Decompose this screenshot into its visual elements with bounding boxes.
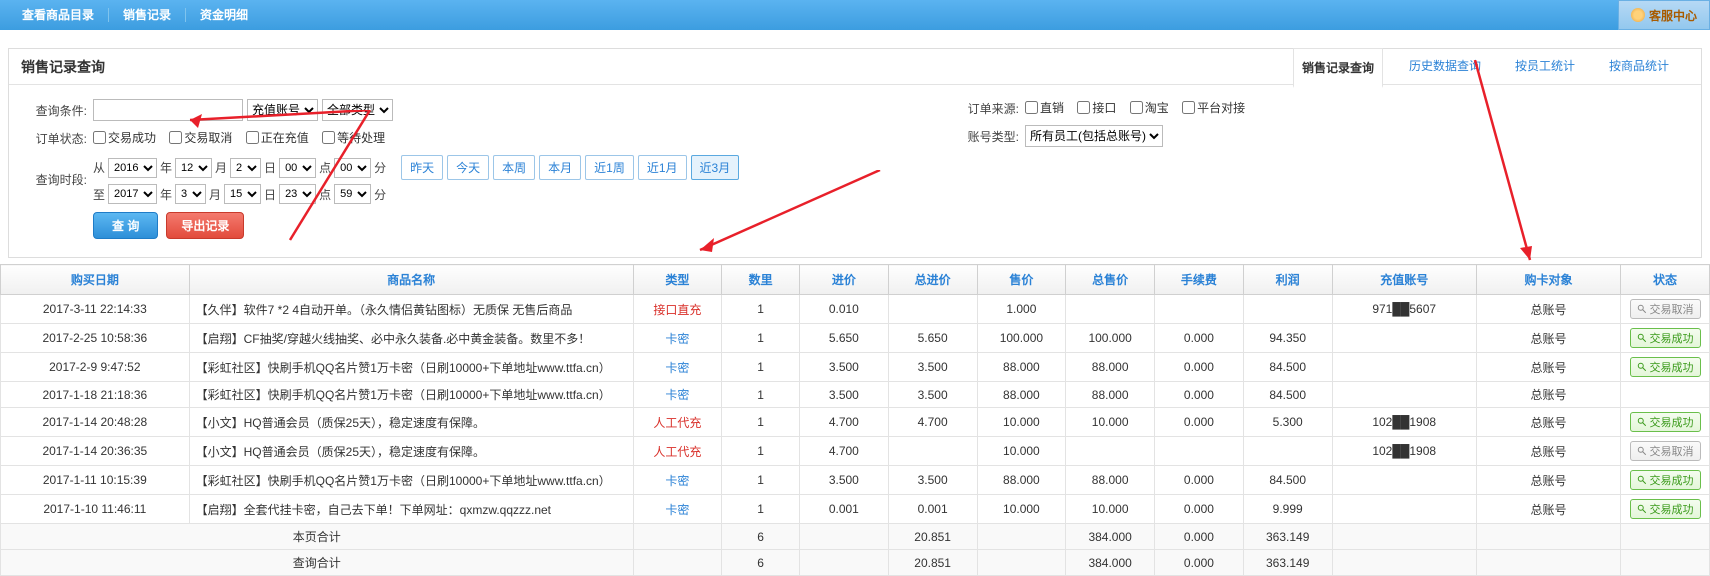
status-button[interactable]: 交易成功 bbox=[1630, 412, 1701, 432]
nav-catalog[interactable]: 查看商品目录 bbox=[8, 8, 109, 22]
totals-row: 本页合计620.851384.0000.000363.149 bbox=[1, 524, 1710, 550]
col-header: 状态 bbox=[1621, 265, 1710, 295]
chk-taobao[interactable]: 淘宝 bbox=[1130, 99, 1169, 116]
time-range-label: 查询时段: bbox=[27, 171, 87, 188]
col-header: 总进价 bbox=[888, 265, 977, 295]
nav-funds[interactable]: 资金明细 bbox=[186, 8, 262, 22]
from-month[interactable]: 12 bbox=[175, 158, 212, 178]
table-row: 2017-1-14 20:36:35【小文】HQ普通会员（质保25天），稳定速度… bbox=[1, 437, 1710, 466]
col-header: 售价 bbox=[977, 265, 1066, 295]
col-header: 进价 bbox=[799, 265, 888, 295]
query-cond-label: 查询条件: bbox=[27, 102, 87, 119]
account-cat-label: 账号类型: bbox=[959, 128, 1019, 145]
query-button[interactable]: 查 询 bbox=[93, 212, 158, 239]
panel-title: 销售记录查询 bbox=[21, 57, 105, 77]
quick-range-buttons: 昨天 今天 本周 本月 近1周 近1月 近3月 bbox=[401, 155, 739, 180]
table-header-row: 购买日期商品名称类型数里进价总进价售价总售价手续费利润充值账号购卡对象状态 bbox=[1, 265, 1710, 295]
top-nav: 查看商品目录 销售记录 资金明细 客服中心 bbox=[0, 0, 1710, 30]
panel-header: 销售记录查询 销售记录查询 历史数据查询 按员工统计 按商品统计 bbox=[9, 49, 1701, 85]
quick-3month[interactable]: 近3月 bbox=[691, 155, 740, 180]
to-month[interactable]: 3 bbox=[175, 184, 206, 204]
order-source-label: 订单来源: bbox=[959, 100, 1019, 117]
all-type-select[interactable]: 全部类型 bbox=[322, 99, 393, 121]
chk-direct[interactable]: 直销 bbox=[1025, 99, 1064, 116]
table-row: 2017-3-11 22:14:33【久伴】软件7 *2 4自动开单。（永久情侣… bbox=[1, 295, 1710, 324]
table-row: 2017-1-18 21:18:36【彩虹社区】快刷手机QQ名片赞1万卡密（日刷… bbox=[1, 382, 1710, 408]
from-prefix: 从 bbox=[93, 159, 105, 176]
chk-pending[interactable]: 等待处理 bbox=[322, 129, 385, 146]
account-cat-select[interactable]: 所有员工(包括总账号) bbox=[1025, 125, 1163, 147]
tab-by-product[interactable]: 按商品统计 bbox=[1601, 47, 1677, 87]
totals-row: 查询合计620.851384.0000.000363.149 bbox=[1, 550, 1710, 576]
to-day[interactable]: 15 bbox=[224, 184, 261, 204]
quick-week[interactable]: 本周 bbox=[493, 155, 535, 180]
sales-table: 购买日期商品名称类型数里进价总进价售价总售价手续费利润充值账号购卡对象状态 20… bbox=[0, 264, 1710, 576]
panel-tabs: 销售记录查询 历史数据查询 按员工统计 按商品统计 bbox=[1293, 47, 1701, 87]
chk-success[interactable]: 交易成功 bbox=[93, 129, 156, 146]
col-header: 总售价 bbox=[1066, 265, 1155, 295]
tab-sales-query[interactable]: 销售记录查询 bbox=[1293, 48, 1383, 88]
quick-1week[interactable]: 近1周 bbox=[585, 155, 634, 180]
tab-history[interactable]: 历史数据查询 bbox=[1401, 47, 1489, 87]
col-header: 数里 bbox=[722, 265, 800, 295]
chk-api[interactable]: 接口 bbox=[1077, 99, 1116, 116]
quick-month[interactable]: 本月 bbox=[539, 155, 581, 180]
to-hour[interactable]: 23 bbox=[279, 184, 316, 204]
status-button[interactable]: 交易成功 bbox=[1630, 328, 1701, 348]
help-icon bbox=[1631, 8, 1645, 22]
help-center-label: 客服中心 bbox=[1649, 7, 1697, 24]
col-header: 充值账号 bbox=[1332, 265, 1476, 295]
from-min[interactable]: 00 bbox=[334, 158, 371, 178]
table-row: 2017-2-25 10:58:36【启翔】CF抽奖/穿越火线抽奖、必中永久装备… bbox=[1, 324, 1710, 353]
col-header: 购买日期 bbox=[1, 265, 190, 295]
table-row: 2017-1-11 10:15:39【彩虹社区】快刷手机QQ名片赞1万卡密（日刷… bbox=[1, 466, 1710, 495]
tab-by-employee[interactable]: 按员工统计 bbox=[1507, 47, 1583, 87]
right-filters: 订单来源: 直销 接口 淘宝 平台对接 账号类型: 所有员工(包括总账号) bbox=[959, 99, 1255, 155]
account-type-select[interactable]: 充值账号 bbox=[247, 99, 318, 121]
status-checkboxes: 交易成功 交易取消 正在充值 等待处理 bbox=[93, 129, 395, 147]
col-header: 购卡对象 bbox=[1476, 265, 1620, 295]
chk-charging[interactable]: 正在充值 bbox=[246, 129, 309, 146]
from-day[interactable]: 2 bbox=[230, 158, 261, 178]
col-header: 商品名称 bbox=[189, 265, 633, 295]
table-row: 2017-1-14 20:48:28【小文】HQ普通会员（质保25天），稳定速度… bbox=[1, 408, 1710, 437]
chk-cancel[interactable]: 交易取消 bbox=[169, 129, 232, 146]
table-row: 2017-1-10 11:46:11【启翔】全套代挂卡密，自己去下单！下单网址：… bbox=[1, 495, 1710, 524]
quick-yesterday[interactable]: 昨天 bbox=[401, 155, 443, 180]
panel-body: 查询条件: 充值账号 全部类型 订单状态: 交易成功 交易取消 正在充值 等待处… bbox=[9, 85, 1701, 257]
col-header: 利润 bbox=[1243, 265, 1332, 295]
to-min[interactable]: 59 bbox=[334, 184, 371, 204]
chk-platform[interactable]: 平台对接 bbox=[1182, 99, 1245, 116]
status-button[interactable]: 交易成功 bbox=[1630, 357, 1701, 377]
from-year[interactable]: 2016 bbox=[108, 158, 157, 178]
to-year[interactable]: 2017 bbox=[108, 184, 157, 204]
col-header: 手续费 bbox=[1155, 265, 1244, 295]
status-button[interactable]: 交易成功 bbox=[1630, 499, 1701, 519]
quick-today[interactable]: 今天 bbox=[447, 155, 489, 180]
col-header: 类型 bbox=[633, 265, 722, 295]
status-button[interactable]: 交易成功 bbox=[1630, 470, 1701, 490]
table-row: 2017-2-9 9:47:52【彩虹社区】快刷手机QQ名片赞1万卡密（日刷10… bbox=[1, 353, 1710, 382]
sales-query-panel: 销售记录查询 销售记录查询 历史数据查询 按员工统计 按商品统计 查询条件: 充… bbox=[8, 48, 1702, 258]
from-hour[interactable]: 00 bbox=[279, 158, 316, 178]
help-center-button[interactable]: 客服中心 bbox=[1618, 0, 1710, 30]
status-button[interactable]: 交易取消 bbox=[1630, 441, 1701, 461]
quick-1month[interactable]: 近1月 bbox=[638, 155, 687, 180]
status-button[interactable]: 交易取消 bbox=[1630, 299, 1701, 319]
export-button[interactable]: 导出记录 bbox=[166, 212, 244, 239]
query-input[interactable] bbox=[93, 99, 243, 121]
nav-sales[interactable]: 销售记录 bbox=[109, 8, 186, 22]
to-prefix: 至 bbox=[93, 186, 105, 203]
order-status-label: 订单状态: bbox=[27, 130, 87, 147]
